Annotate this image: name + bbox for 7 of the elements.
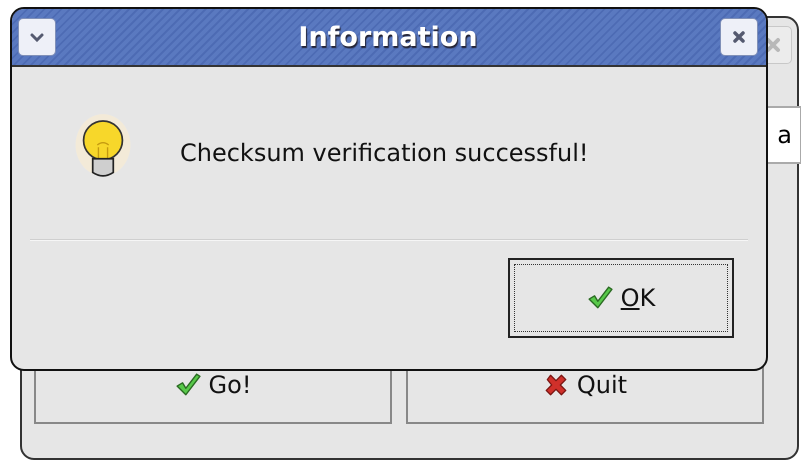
close-button[interactable] (720, 18, 758, 56)
menu-button[interactable] (18, 18, 56, 56)
message-text: Checksum verification successful! (180, 139, 589, 167)
window-title: Information (297, 22, 479, 52)
ok-button[interactable]: OK (508, 258, 734, 338)
check-icon (586, 285, 613, 311)
cross-icon (542, 372, 569, 398)
